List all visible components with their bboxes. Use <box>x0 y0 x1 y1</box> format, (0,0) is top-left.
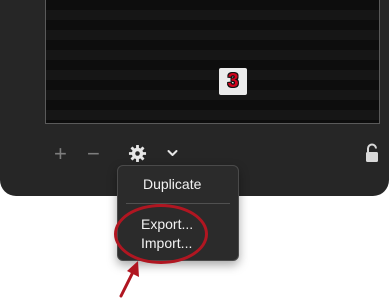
list-row[interactable] <box>46 110 379 120</box>
gear-icon[interactable] <box>128 144 147 163</box>
chevron-down-icon[interactable] <box>167 149 178 157</box>
menu-item-export[interactable]: Export... <box>141 216 193 232</box>
screenshot-root: 3 + − Duplicate Export... Import... <box>0 0 389 303</box>
list-row[interactable] <box>46 30 379 40</box>
list-row[interactable] <box>46 20 379 30</box>
preset-list[interactable] <box>45 0 380 124</box>
list-row[interactable] <box>46 50 379 60</box>
menu-item-duplicate[interactable]: Duplicate <box>143 176 201 192</box>
list-row[interactable] <box>46 100 379 110</box>
list-row[interactable] <box>46 60 379 70</box>
list-row[interactable] <box>46 70 379 80</box>
list-row[interactable] <box>46 0 379 10</box>
callout-arrow-icon <box>119 261 139 298</box>
list-row[interactable] <box>46 10 379 20</box>
list-row[interactable] <box>46 90 379 100</box>
step-number-badge: 3 <box>219 68 247 95</box>
settings-dropdown-menu: Duplicate Export... Import... <box>117 165 239 261</box>
add-button[interactable]: + <box>54 143 67 165</box>
remove-button[interactable]: − <box>87 143 100 165</box>
menu-item-import[interactable]: Import... <box>141 235 192 251</box>
lock-icon[interactable] <box>364 142 380 164</box>
list-row[interactable] <box>46 80 379 90</box>
menu-separator <box>126 203 230 204</box>
list-row[interactable] <box>46 40 379 50</box>
